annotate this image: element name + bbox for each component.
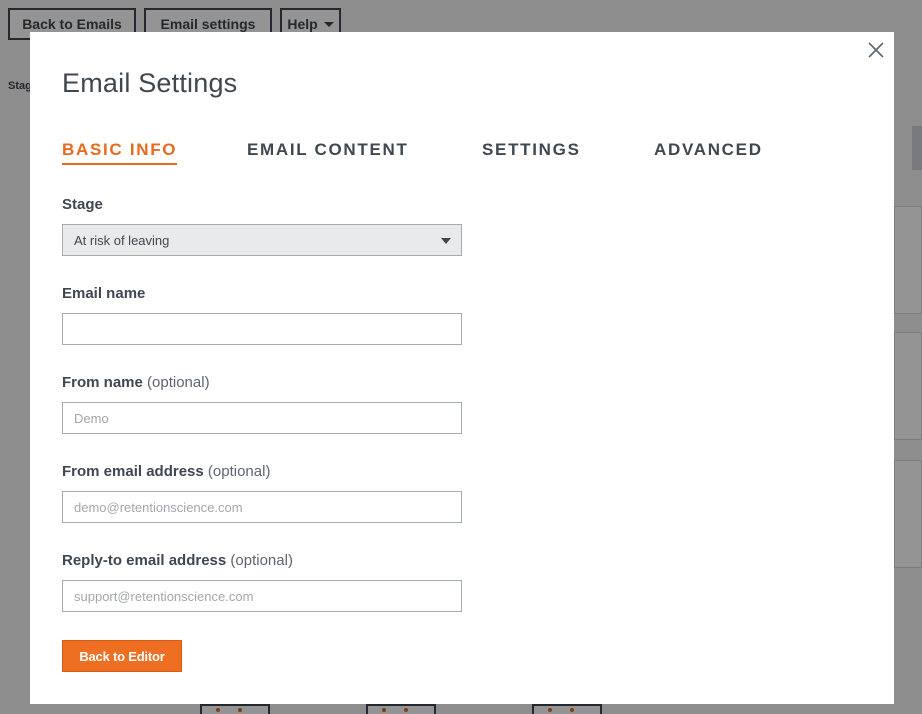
from-name-input[interactable]	[62, 402, 462, 434]
tab-settings[interactable]: SETTINGS	[482, 140, 581, 163]
from-name-label-text: From name	[62, 374, 143, 391]
back-to-editor-button[interactable]: Back to Editor	[62, 640, 182, 672]
reply-to-label-text: Reply-to email address	[62, 552, 227, 569]
optional-hint: (optional)	[147, 374, 210, 391]
from-name-label: From name (optional)	[62, 374, 210, 391]
reply-to-input[interactable]	[62, 580, 462, 612]
tab-basic-info[interactable]: BASIC INFO	[62, 140, 178, 165]
email-name-input[interactable]	[62, 313, 462, 345]
email-name-label-text: Email name	[62, 285, 146, 302]
stage-select[interactable]: At risk of leaving	[62, 224, 462, 256]
stage-label-text: Stage	[62, 196, 103, 213]
from-email-input[interactable]	[62, 491, 462, 523]
reply-to-label: Reply-to email address (optional)	[62, 552, 293, 569]
from-email-label-text: From email address	[62, 463, 204, 480]
close-icon	[868, 42, 884, 58]
chevron-down-icon	[441, 238, 451, 244]
optional-hint: (optional)	[207, 463, 271, 480]
email-name-label: Email name	[62, 285, 145, 302]
stage-label: Stage	[62, 196, 103, 213]
tab-advanced[interactable]: ADVANCED	[654, 140, 763, 163]
tab-email-content[interactable]: EMAIL CONTENT	[247, 140, 409, 163]
close-button[interactable]	[866, 40, 886, 60]
modal-title: Email Settings	[62, 68, 238, 98]
stage-selected-value: At risk of leaving	[74, 232, 170, 248]
email-settings-modal: Email Settings BASIC INFO EMAIL CONTENT …	[30, 32, 894, 704]
optional-hint: (optional)	[230, 552, 293, 569]
from-email-label: From email address (optional)	[62, 463, 270, 480]
